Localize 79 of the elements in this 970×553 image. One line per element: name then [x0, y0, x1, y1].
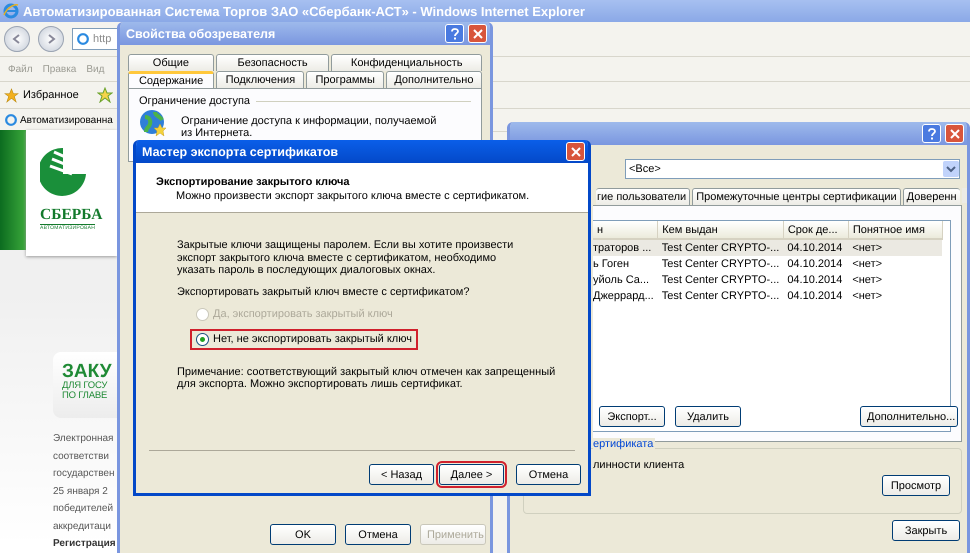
- tab[interactable]: Подключения: [216, 71, 304, 88]
- table-cell: <нет>: [848, 256, 942, 272]
- step-heading: Экспортирование закрытого ключа: [156, 176, 350, 188]
- tab[interactable]: Дополнительно: [386, 71, 482, 88]
- tab[interactable]: Общие: [128, 54, 214, 71]
- browser-logo-icon: [3, 3, 19, 19]
- action-button[interactable]: Удалить: [675, 406, 741, 427]
- list-row[interactable]: уйоль Са... Test Center CRYPTO-... 04.10.2014 <нет>: [593, 272, 942, 288]
- paragraph-line: государствен: [53, 467, 116, 481]
- list-row[interactable]: траторов ... Test Center CRYPTO-... 04.10.2014 <нет>: [593, 239, 942, 256]
- tab[interactable]: Промежуточные центры сертификации: [692, 188, 901, 205]
- info-text: Закрытые ключи защищены паролем. Если вы хотите произвести экспорт закрытого ключа вместе с сертификатом, необходимо указать пароль в последующих диалоговых окнах.: [177, 239, 514, 276]
- paragraph-line: аккредитаци: [53, 520, 112, 534]
- column-header[interactable]: Кем выдан: [658, 221, 784, 239]
- tab[interactable]: Безопасность: [216, 54, 330, 71]
- window-title: Автоматизированная Система Торгов ЗАО «Сбербанк-АСТ» - Windows Internet Explorer: [23, 4, 585, 18]
- forward-button[interactable]: [38, 26, 64, 52]
- wizard-button[interactable]: Отмена: [516, 464, 581, 485]
- table-cell: 04.10.2014: [783, 256, 848, 272]
- purpose-text: линности клиента: [593, 459, 684, 471]
- group-label: ертификата: [593, 438, 656, 450]
- column-header[interactable]: н: [593, 221, 658, 239]
- tab[interactable]: Конфиденциальность: [331, 54, 482, 71]
- tab[interactable]: Содержание: [128, 71, 214, 88]
- table-cell-text: Test Center CRYPTO-...: [660, 289, 780, 304]
- table-cell: ь Гоген: [593, 256, 658, 272]
- table-cell-text: 04.10.2014: [786, 273, 844, 288]
- logo-text: СБЕРБА: [40, 206, 102, 224]
- table-cell: 04.10.2014: [783, 239, 848, 256]
- add-favorite-icon[interactable]: [96, 87, 113, 103]
- paragraph-line: Регистрация: [53, 537, 116, 551]
- filter-dropdown[interactable]: <Все>: [625, 159, 960, 179]
- close-button[interactable]: [566, 142, 585, 161]
- page-icon: [76, 32, 90, 46]
- star-icon: [4, 88, 19, 102]
- radio-option[interactable]: Нет, не экспортировать закрытый ключ: [192, 330, 416, 348]
- question-text: Экспортировать закрытый ключ вместе с сертификатом?: [177, 286, 470, 298]
- browser-tab-icon: [4, 113, 18, 127]
- list-row[interactable]: Джеррард... Test Center CRYPTO-... 04.10.2014 <нет>: [593, 288, 942, 304]
- promo-banner: ЗАКУ ДЛЯ ГОСУ ПО ГЛАВЕ: [53, 352, 117, 418]
- description-text: Ограничение доступа к информации, получаемой из Интернета.: [181, 115, 438, 139]
- table-cell: <нет>: [848, 239, 942, 256]
- list-row[interactable]: ь Гоген Test Center CRYPTO-... 04.10.2014 <нет>: [593, 256, 942, 272]
- column-header[interactable]: Срок де...: [783, 221, 848, 239]
- column-header[interactable]: Понятное имя: [848, 221, 942, 239]
- paragraph-line: соответстви: [53, 450, 110, 464]
- table-cell-text: 04.10.2014: [786, 289, 844, 304]
- browser-tab[interactable]: Автоматизированна: [20, 114, 113, 126]
- window-title: Свойства обозревателя: [126, 26, 276, 40]
- action-button[interactable]: Дополнительно...: [860, 406, 958, 427]
- view-button[interactable]: Просмотр: [882, 475, 950, 496]
- dialog-button[interactable]: OK: [270, 524, 336, 545]
- tab[interactable]: гие пользователи: [596, 188, 690, 205]
- action-button[interactable]: Экспорт...: [599, 406, 665, 427]
- table-cell-text: <нет>: [851, 273, 884, 288]
- back-button[interactable]: [4, 26, 30, 52]
- group-label: Ограничение доступа: [139, 95, 250, 107]
- paragraph-line: Электронная: [53, 432, 114, 446]
- table-cell: траторов ...: [593, 239, 658, 256]
- note-text: Примечание: соответствующий закрытый ключ отмечен как запрещенный для экспорта. Можно экспортировать лишь сертификат.: [177, 366, 556, 390]
- tab[interactable]: Программы: [306, 71, 384, 88]
- wizard-button[interactable]: < Назад: [369, 464, 434, 485]
- close-button[interactable]: Закрыть: [892, 520, 960, 541]
- step-description: Можно произвести экспорт закрытого ключа вместе с сертификатом.: [176, 190, 530, 202]
- table-cell: Test Center CRYPTO-...: [658, 256, 784, 272]
- tab[interactable]: Доверенн: [902, 188, 960, 205]
- table-cell-text: Джеррард...: [593, 289, 655, 304]
- globe-icon: [139, 109, 167, 137]
- table-cell-text: <нет>: [851, 289, 884, 304]
- table-cell: Test Center CRYPTO-...: [658, 239, 784, 256]
- close-icon[interactable]: [570, 146, 580, 156]
- paragraph-line: 25 января 2: [53, 484, 109, 498]
- dialog-button[interactable]: Отмена: [345, 524, 411, 545]
- table-cell-text: Test Center CRYPTO-...: [660, 273, 780, 288]
- window-title: Мастер экспорта сертификатов: [142, 144, 340, 158]
- table-cell-text: уйоль Са...: [593, 273, 650, 288]
- favorites-button[interactable]: Избранное: [23, 89, 79, 101]
- wizard-button[interactable]: Далее >: [439, 464, 504, 485]
- paragraph-line: победителей: [53, 502, 114, 516]
